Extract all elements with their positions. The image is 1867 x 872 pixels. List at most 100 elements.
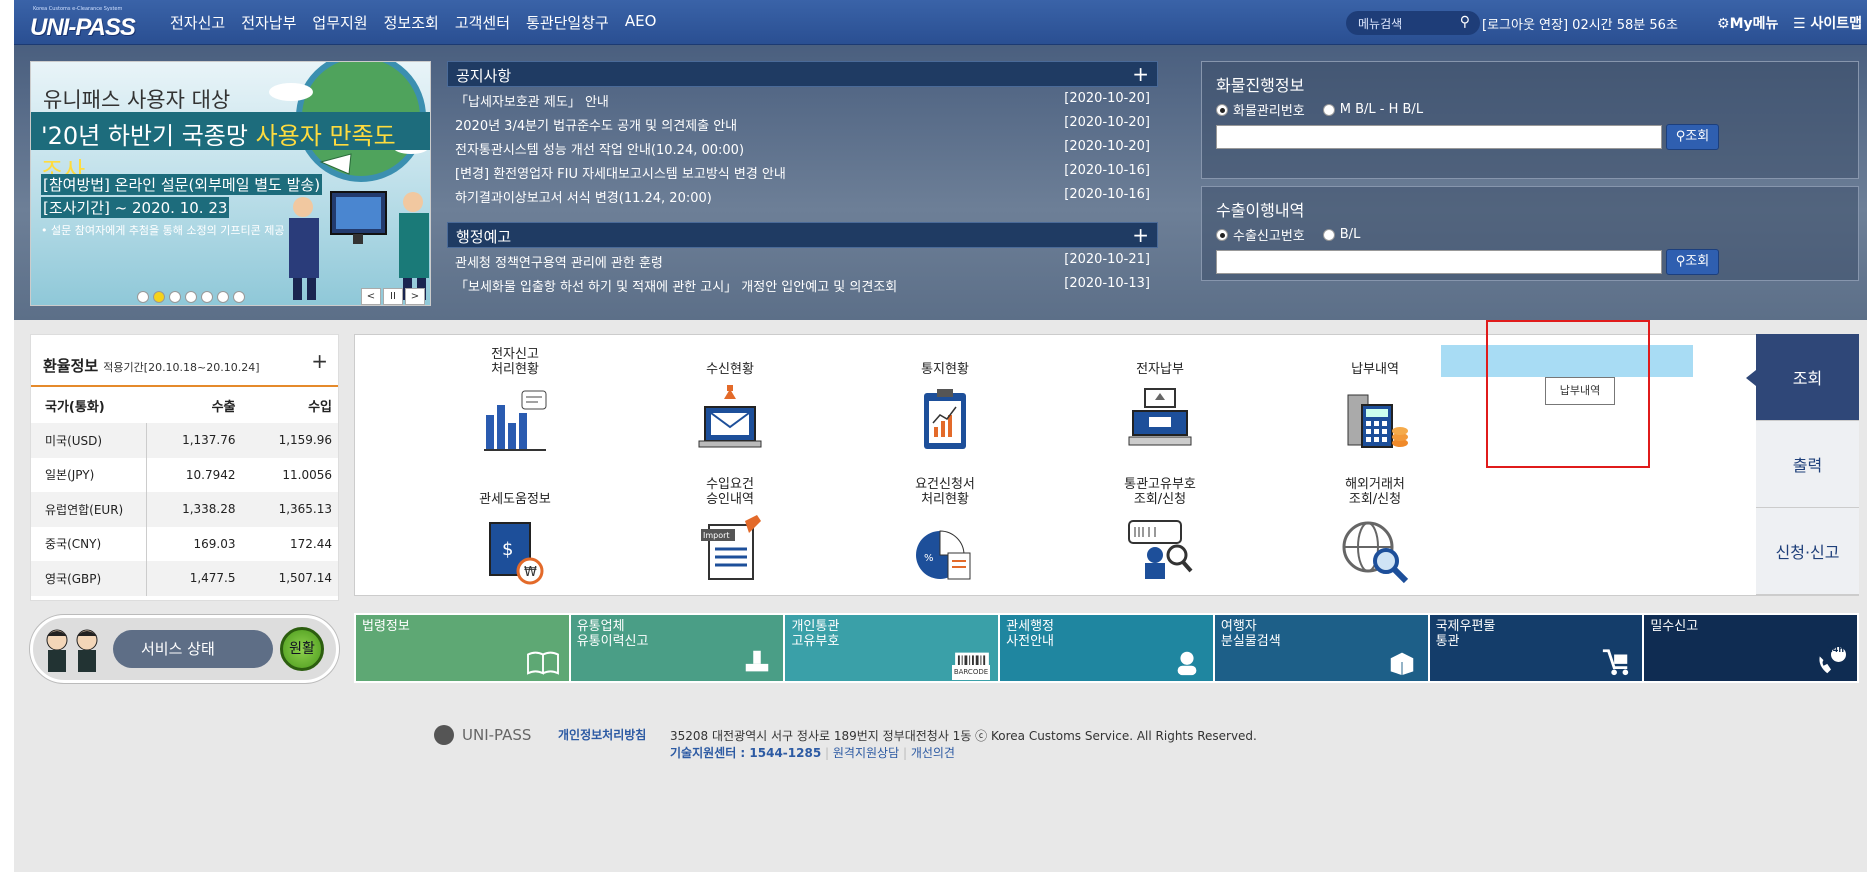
- menu-item-8[interactable]: 요건신청서 처리현황%: [855, 477, 1035, 589]
- search-icon[interactable]: ⚲: [1460, 14, 1470, 30]
- exchange-cell[interactable]: 영국(GBP): [31, 561, 146, 596]
- exchange-cell[interactable]: 10.7942: [145, 457, 246, 492]
- exchange-cell[interactable]: 169.03: [145, 526, 246, 561]
- exchange-column-header[interactable]: 수입: [246, 387, 339, 423]
- cargo-radio-bl[interactable]: M B/L - H B/L: [1322, 100, 1423, 119]
- quick-link-label[interactable]: 여행자 분실물검색: [1221, 619, 1281, 649]
- cargo-radio-mgmt-no[interactable]: 화물관리번호: [1216, 100, 1305, 119]
- side-tab[interactable]: 조회: [1746, 334, 1859, 421]
- menu-item-label[interactable]: 통지현황: [855, 347, 1035, 377]
- pause-icon[interactable]: II: [383, 288, 403, 305]
- exchange-column-header[interactable]: 수출: [146, 387, 246, 423]
- quick-link[interactable]: 유통업체 유통이력신고: [570, 615, 784, 681]
- quick-link[interactable]: 개인통관 고유부호 BARCODE: [785, 615, 999, 681]
- exchange-cell[interactable]: 1,507.14: [245, 561, 338, 596]
- menu-item-4[interactable]: 전자납부: [1070, 347, 1250, 459]
- menu-item-text[interactable]: 요건신청서 처리현황: [915, 477, 975, 507]
- menu-item-1[interactable]: 전자신고 처리현황: [425, 347, 605, 459]
- menu-item-label[interactable]: 해외거래처 조회/신청: [1285, 477, 1465, 507]
- session-extend-link[interactable]: [로그아웃 연장] 02시간 58분 56초: [1482, 14, 1678, 33]
- exchange-cell[interactable]: 1,159.96: [245, 423, 338, 458]
- menu-item-text[interactable]: 수입요건 승인내역: [706, 477, 754, 507]
- sitemap-button[interactable]: ☰ 사이트맵: [1793, 13, 1862, 33]
- notice-item-date[interactable]: [2020-10-20]: [1064, 139, 1150, 159]
- badge-24h[interactable]: 24h: [1827, 642, 1844, 657]
- notice-item-date[interactable]: [2020-10-21]: [1064, 252, 1150, 272]
- feedback-link[interactable]: 개선의견: [911, 746, 955, 760]
- menu-item-5[interactable]: 납부내역: [1285, 347, 1465, 459]
- notice-item-title[interactable]: 「납세자보호관 제도」 안내: [455, 91, 609, 111]
- notice-row[interactable]: 「보세화물 입출항 하선 하기 및 적재에 관한 고시」 개정안 입안예고 및 …: [447, 272, 1158, 296]
- menu-item-3[interactable]: 통지현황: [855, 347, 1035, 459]
- notice-row[interactable]: 2020년 3/4분기 법규준수도 공개 및 의견제출 안내 [2020-10-2…: [447, 111, 1158, 135]
- notice-row[interactable]: 전자통관시스템 성능 개선 작업 안내(10.24, 00:00) [2020-1…: [447, 135, 1158, 159]
- side-tab[interactable]: 신청·신고: [1756, 508, 1859, 595]
- gnb-item[interactable]: 전자신고: [162, 12, 233, 33]
- quick-link-label[interactable]: 관세행정 사전안내: [1006, 619, 1054, 649]
- menu-item-text[interactable]: 수신현황: [706, 362, 754, 377]
- menu-item-7[interactable]: 수입요건 승인내역 Import: [640, 477, 820, 589]
- menu-item-label[interactable]: 수입요건 승인내역: [640, 477, 820, 507]
- gnb-item[interactable]: 정보조회: [376, 12, 447, 33]
- quick-link[interactable]: 국제우편물 통관: [1429, 615, 1643, 681]
- export-number-input[interactable]: [1216, 250, 1662, 274]
- menu-item-2[interactable]: 수신현황: [640, 347, 820, 459]
- table-row[interactable]: 일본(JPY) 10.7942 11.0056: [31, 457, 339, 493]
- menu-item-text[interactable]: 해외거래처 조회/신청: [1345, 477, 1405, 507]
- quick-link-label[interactable]: 유통업체 유통이력신고: [577, 619, 649, 649]
- export-radio-bl[interactable]: B/L: [1322, 225, 1360, 244]
- menu-item-label[interactable]: 요건신청서 처리현황: [855, 477, 1035, 507]
- exchange-cell[interactable]: 미국(USD): [31, 423, 146, 458]
- exchange-cell[interactable]: 유럽연합(EUR): [31, 492, 146, 527]
- menu-item-6[interactable]: 관세도움정보 $ ₩: [425, 477, 605, 589]
- slide-dot[interactable]: [233, 291, 245, 303]
- cargo-search-button[interactable]: ⚲조회: [1666, 124, 1719, 150]
- quick-link-label[interactable]: 국제우편물 통관: [1436, 619, 1496, 649]
- privacy-policy-link[interactable]: 개인정보처리방침: [558, 726, 646, 743]
- next-slide-icon[interactable]: >: [405, 288, 425, 305]
- notice-item-title[interactable]: [변경] 환전영업자 FIU 자세대보고시스템 보고방식 변경 안내: [455, 163, 786, 183]
- gnb-item[interactable]: 통관단일창구: [518, 12, 617, 33]
- gnb-item[interactable]: 고객센터: [447, 12, 518, 33]
- menu-item-10[interactable]: 해외거래처 조회/신청: [1285, 477, 1465, 589]
- menu-search-input[interactable]: 메뉴검색 ⚲: [1346, 11, 1480, 35]
- gnb-item[interactable]: 전자납부: [233, 12, 304, 33]
- my-menu-button[interactable]: ⚙My메뉴: [1717, 13, 1778, 33]
- notice-item-date[interactable]: [2020-10-20]: [1064, 91, 1150, 111]
- notice-row[interactable]: [변경] 환전영업자 FIU 자세대보고시스템 보고방식 변경 안내 [2020-…: [447, 159, 1158, 183]
- notice-item-title[interactable]: 하기결과이상보고서 서식 변경(11.24, 20:00): [455, 187, 712, 207]
- quick-link-label[interactable]: 개인통관 고유부호: [791, 619, 839, 649]
- remote-support-link[interactable]: 원격지원상담: [833, 746, 899, 760]
- notice-item-title[interactable]: 「보세화물 입출항 하선 하기 및 적재에 관한 고시」 개정안 입안예고 및 …: [455, 276, 897, 296]
- quick-link-label[interactable]: 밀수신고: [1650, 619, 1698, 634]
- menu-item-label[interactable]: 통관고유부호 조회/신청: [1070, 477, 1250, 507]
- menu-item-label[interactable]: 납부내역: [1285, 347, 1465, 377]
- menu-item-label[interactable]: 전자납부: [1070, 347, 1250, 377]
- menu-item-text[interactable]: 전자신고 처리현황: [491, 347, 539, 377]
- notice-item-date[interactable]: [2020-10-20]: [1064, 115, 1150, 135]
- notice-row[interactable]: 관세청 정책연구용역 관리에 관한 훈령 [2020-10-21]: [447, 248, 1158, 272]
- quick-link[interactable]: 밀수신고 24h: [1644, 615, 1858, 681]
- table-row[interactable]: 영국(GBP) 1,477.5 1,507.14: [31, 561, 338, 596]
- menu-item-label[interactable]: 수신현황: [640, 347, 820, 377]
- prev-slide-icon[interactable]: <: [361, 288, 381, 305]
- notice-item-title[interactable]: 전자통관시스템 성능 개선 작업 안내(10.24, 00:00): [455, 139, 744, 159]
- quick-link[interactable]: 법령정보: [356, 615, 569, 681]
- exchange-more-icon[interactable]: +: [311, 349, 328, 373]
- gnb-item[interactable]: 업무지원: [304, 12, 375, 33]
- export-radio-decl-no[interactable]: 수출신고번호: [1216, 225, 1305, 244]
- exchange-cell[interactable]: 중국(CNY): [31, 527, 146, 562]
- gnb-item[interactable]: AEO: [617, 12, 665, 33]
- unipass-logo[interactable]: Korea Customs e-Clearance System UNI-PAS…: [28, 6, 144, 41]
- side-tab[interactable]: 출력: [1756, 421, 1859, 508]
- slide-dot[interactable]: [169, 291, 181, 303]
- notice-item-title[interactable]: 관세청 정책연구용역 관리에 관한 훈령: [455, 252, 663, 272]
- exchange-cell[interactable]: 172.44: [246, 527, 339, 562]
- exchange-cell[interactable]: 1,365.13: [245, 492, 338, 527]
- notice-row[interactable]: 하기결과이상보고서 서식 변경(11.24, 20:00) [2020-10-16…: [447, 183, 1158, 207]
- slide-dot[interactable]: [137, 291, 149, 303]
- exchange-cell[interactable]: 11.0056: [246, 458, 339, 493]
- menu-item-9[interactable]: 통관고유부호 조회/신청: [1070, 477, 1250, 589]
- slide-dot[interactable]: [185, 291, 197, 303]
- exchange-cell[interactable]: 1,338.28: [145, 492, 246, 527]
